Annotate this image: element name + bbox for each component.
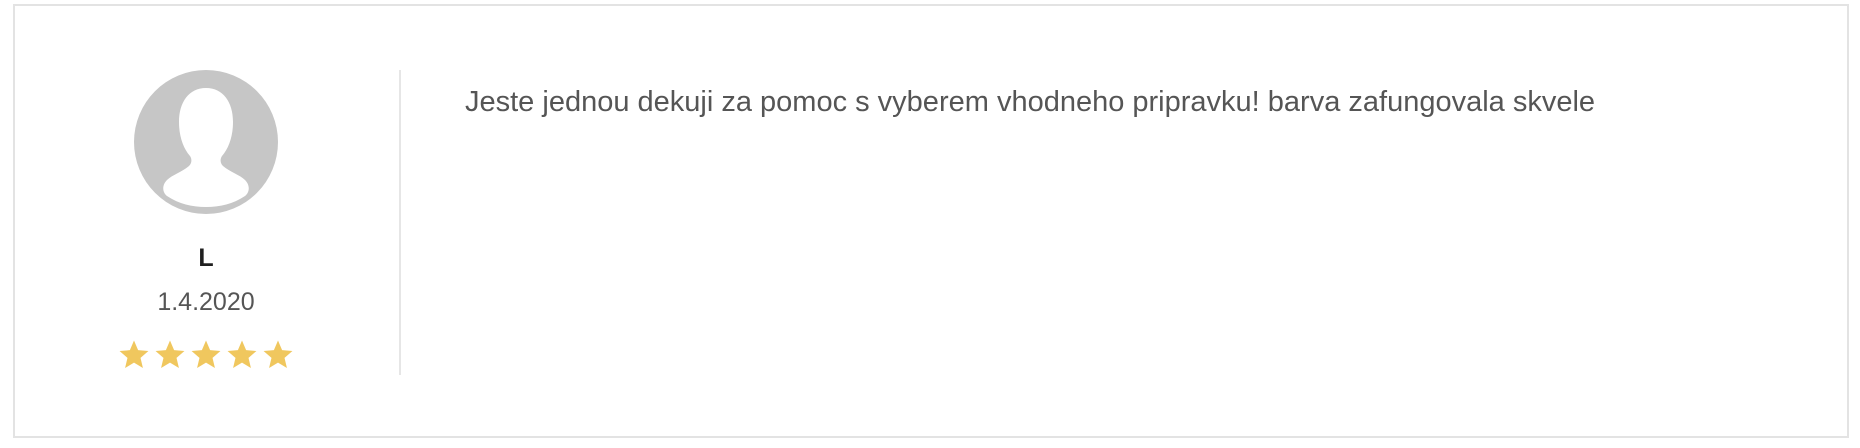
author-name: L xyxy=(198,244,214,272)
star-icon xyxy=(119,340,149,369)
star-icon xyxy=(155,340,185,369)
review-date: 1.4.2020 xyxy=(157,288,255,316)
review-author-column: L 1.4.2020 xyxy=(15,6,413,436)
star-icon xyxy=(263,340,293,369)
user-silhouette-icon xyxy=(163,88,249,207)
review-text: Jeste jednou dekuji za pomoc s vyberem v… xyxy=(465,86,1596,118)
star-icon xyxy=(227,340,257,369)
review-card: L 1.4.2020 Jeste jednou dekuji za pomoc … xyxy=(13,4,1849,438)
star-icon xyxy=(191,340,221,369)
avatar xyxy=(134,70,278,214)
star-rating xyxy=(15,338,397,372)
column-divider xyxy=(399,70,401,375)
